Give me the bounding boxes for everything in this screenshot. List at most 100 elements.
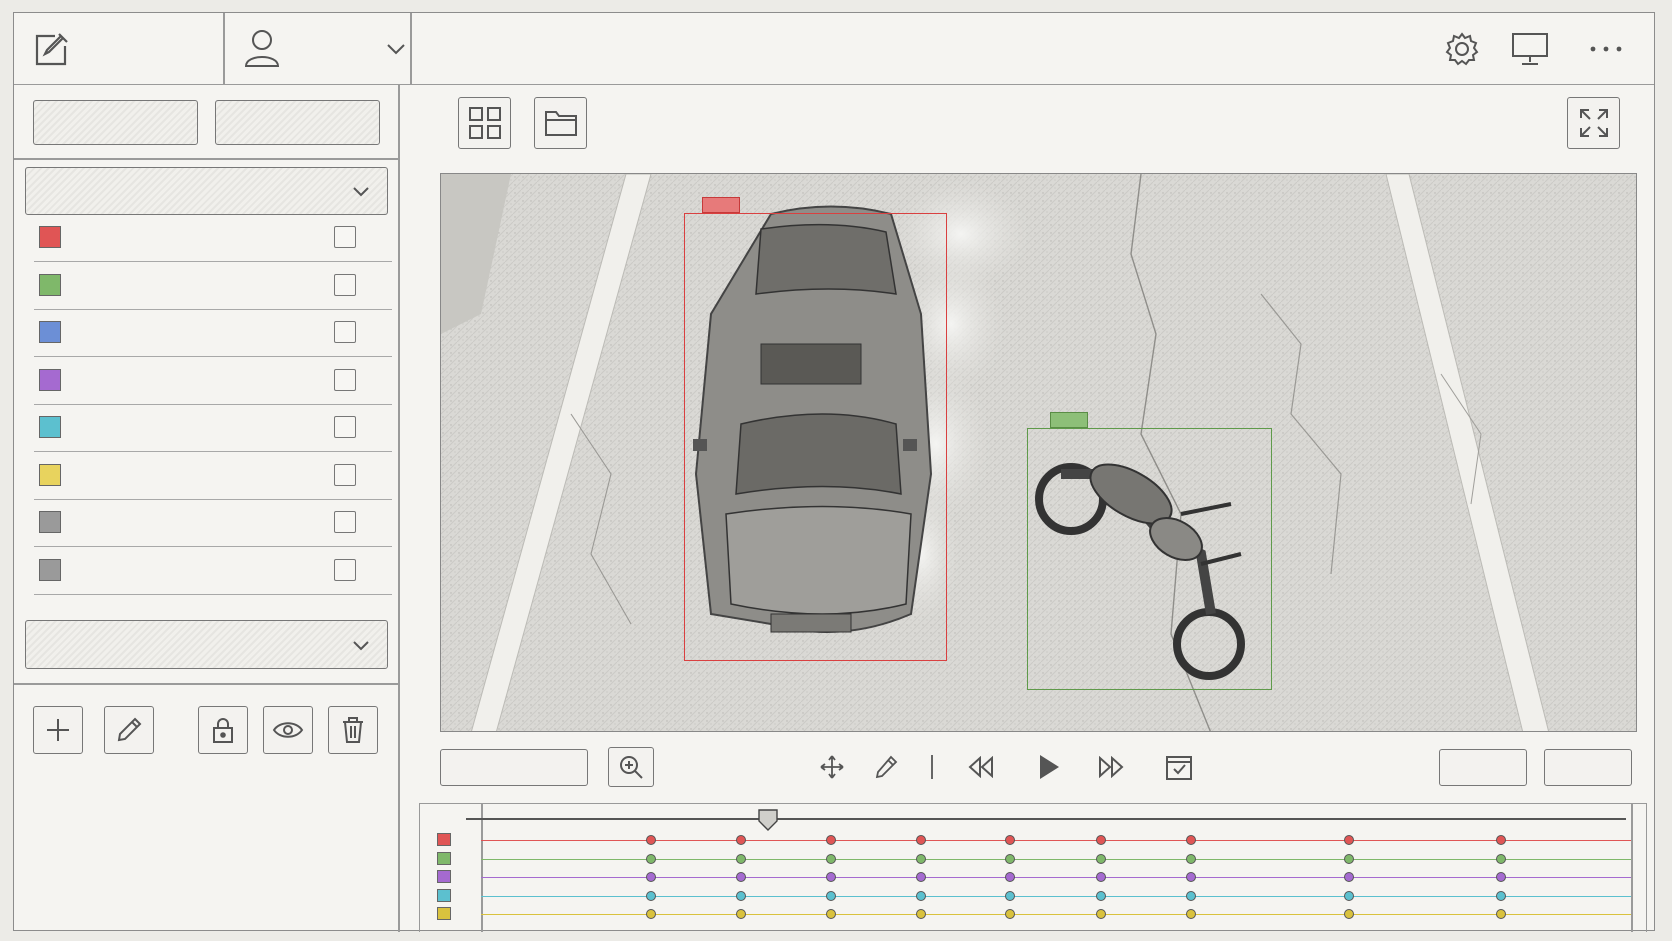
- label-visibility-checkbox[interactable]: [334, 368, 356, 391]
- keyframe-marker[interactable]: [1005, 890, 1015, 901]
- timeline-track-swatch: [437, 888, 451, 902]
- keyframe-marker[interactable]: [916, 872, 926, 882]
- checklist-icon[interactable]: [1162, 749, 1196, 785]
- image-canvas[interactable]: [440, 173, 1637, 732]
- monitor-icon[interactable]: [1510, 29, 1550, 69]
- bbox-label-tag-car[interactable]: [702, 197, 740, 213]
- label-dropdown[interactable]: [25, 167, 388, 215]
- keyframe-marker[interactable]: [916, 853, 926, 864]
- keyframe-marker[interactable]: [1344, 872, 1354, 882]
- attribute-dropdown[interactable]: [25, 620, 388, 669]
- label-visibility-checkbox[interactable]: [334, 558, 356, 581]
- keyframe-marker[interactable]: [1344, 909, 1354, 919]
- keyframe-marker[interactable]: [736, 835, 746, 845]
- label-visibility-checkbox[interactable]: [334, 226, 356, 248]
- move-icon[interactable]: [817, 751, 847, 783]
- zoom-in-icon: [609, 748, 653, 786]
- sidebar-tab-button-1[interactable]: [33, 100, 198, 145]
- keyframe-marker[interactable]: [916, 909, 926, 919]
- more-icon[interactable]: [1586, 37, 1626, 61]
- timeline-scrubber-track[interactable]: [466, 818, 1626, 820]
- keyframe-marker[interactable]: [1096, 835, 1106, 845]
- keyframe-marker[interactable]: [1096, 853, 1106, 864]
- fast-forward-icon[interactable]: [1094, 751, 1128, 783]
- keyframe-marker[interactable]: [1005, 853, 1015, 864]
- label-visibility-checkbox[interactable]: [334, 273, 356, 296]
- label-visibility-checkbox[interactable]: [334, 321, 356, 343]
- keyframe-marker[interactable]: [1186, 835, 1196, 845]
- keyframe-marker[interactable]: [1186, 909, 1196, 919]
- sidebar-divider: [398, 85, 400, 932]
- keyframe-marker[interactable]: [736, 872, 746, 882]
- keyframe-marker[interactable]: [1005, 872, 1015, 882]
- keyframe-marker[interactable]: [916, 835, 926, 845]
- edit-button[interactable]: [104, 706, 154, 754]
- keyframe-marker[interactable]: [826, 835, 836, 845]
- gear-icon[interactable]: [1442, 29, 1482, 69]
- keyframe-marker[interactable]: [1496, 909, 1506, 919]
- next-button[interactable]: [1544, 749, 1632, 786]
- keyframe-marker[interactable]: [916, 890, 926, 901]
- fullscreen-icon: [1568, 98, 1619, 148]
- rewind-icon[interactable]: [964, 751, 998, 783]
- bounding-box-motorcycle[interactable]: [1027, 428, 1272, 690]
- delete-button[interactable]: [328, 706, 378, 754]
- keyframe-marker[interactable]: [1344, 853, 1354, 864]
- keyframe-marker[interactable]: [646, 835, 656, 845]
- label-color-swatch: [39, 368, 61, 391]
- add-button[interactable]: [33, 706, 83, 754]
- pencil-icon: [105, 707, 153, 753]
- label-row-divider: [34, 593, 392, 595]
- keyframe-marker[interactable]: [1344, 835, 1354, 845]
- keyframe-marker[interactable]: [1096, 890, 1106, 901]
- previous-button[interactable]: [1439, 749, 1527, 786]
- label-visibility-checkbox[interactable]: [334, 416, 356, 438]
- keyframe-marker[interactable]: [826, 872, 836, 882]
- keyframe-marker[interactable]: [1005, 835, 1015, 845]
- label-visibility-checkbox[interactable]: [334, 511, 356, 533]
- keyframe-marker[interactable]: [1096, 909, 1106, 919]
- layout-grid-button[interactable]: [458, 97, 511, 149]
- user-icon[interactable]: [242, 27, 282, 69]
- keyframe-marker[interactable]: [646, 890, 656, 901]
- zoom-button[interactable]: [608, 747, 654, 787]
- fullscreen-button[interactable]: [1567, 97, 1620, 149]
- label-visibility-checkbox[interactable]: [334, 463, 356, 486]
- bbox-label-tag-motorcycle[interactable]: [1050, 412, 1088, 428]
- keyframe-marker[interactable]: [736, 909, 746, 919]
- frame-input[interactable]: [440, 749, 588, 786]
- keyframe-marker[interactable]: [1186, 890, 1196, 901]
- bounding-box-car[interactable]: [684, 213, 947, 661]
- keyframe-marker[interactable]: [1344, 890, 1354, 901]
- keyframe-marker[interactable]: [646, 909, 656, 919]
- chevron-down-icon: [350, 181, 372, 201]
- edit-icon[interactable]: [32, 29, 72, 69]
- keyframe-marker[interactable]: [826, 890, 836, 901]
- keyframe-marker[interactable]: [1005, 909, 1015, 919]
- chevron-down-icon[interactable]: [384, 39, 408, 59]
- lock-button[interactable]: [198, 706, 248, 754]
- timeline-panel: [419, 803, 1647, 932]
- keyframe-marker[interactable]: [736, 853, 746, 864]
- playhead[interactable]: [758, 809, 778, 831]
- top-bar: [14, 13, 1654, 85]
- visibility-button[interactable]: [263, 706, 313, 754]
- keyframe-marker[interactable]: [1186, 872, 1196, 882]
- keyframe-marker[interactable]: [1496, 835, 1506, 845]
- play-icon[interactable]: [1032, 749, 1066, 785]
- sidebar-tab-button-2[interactable]: [215, 100, 380, 145]
- keyframe-marker[interactable]: [1496, 853, 1506, 864]
- keyframe-marker[interactable]: [1496, 872, 1506, 882]
- open-folder-button[interactable]: [534, 97, 587, 149]
- eyedropper-icon[interactable]: [871, 751, 901, 783]
- keyframe-marker[interactable]: [1496, 890, 1506, 901]
- keyframe-marker[interactable]: [646, 853, 656, 864]
- keyframe-marker[interactable]: [646, 872, 656, 882]
- keyframe-marker[interactable]: [736, 890, 746, 901]
- keyframe-marker[interactable]: [826, 909, 836, 919]
- label-color-swatch: [39, 321, 61, 343]
- keyframe-marker[interactable]: [1186, 853, 1196, 864]
- keyframe-marker[interactable]: [1096, 872, 1106, 882]
- divider: [410, 13, 412, 85]
- keyframe-marker[interactable]: [826, 853, 836, 864]
